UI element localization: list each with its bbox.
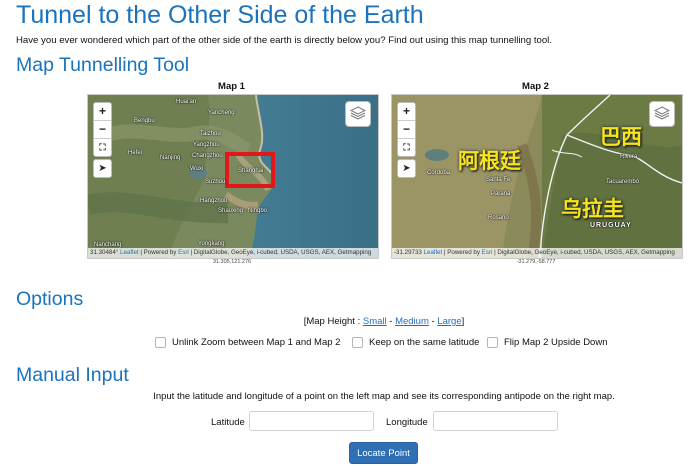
- map2-locate-icon[interactable]: ➤: [397, 159, 416, 178]
- map2-attribution-sources: | DigitalGlobe, GeoEye, i-cubed, USDA, U…: [494, 249, 675, 256]
- page-title: Tunnel to the Other Side of the Earth: [16, 1, 424, 29]
- map1-place: Bengbu: [134, 118, 155, 124]
- map2-satellite: [392, 95, 682, 258]
- map2-leaflet-link[interactable]: Leaflet: [424, 249, 443, 256]
- map1-attribution-powered: | Powered by: [140, 249, 177, 256]
- map1-place: Hangzhou: [200, 198, 228, 204]
- map2-place: Córdoba: [427, 170, 451, 176]
- map1-fullscreen-button[interactable]: ⛶: [94, 139, 111, 156]
- options-heading: Options: [16, 288, 84, 310]
- map-height-large-link[interactable]: Large: [437, 316, 461, 327]
- latitude-input[interactable]: [249, 411, 374, 431]
- latitude-label: Latitude: [211, 417, 245, 428]
- flip-map-checkbox[interactable]: [487, 337, 498, 348]
- map1-attribution-sources: | DigitalGlobe, GeoEye, i-cubed, USDA, U…: [190, 249, 372, 256]
- map1-place-shanghai: Shanghai: [238, 168, 264, 174]
- map2-place: Santa Fe: [486, 177, 511, 183]
- longitude-label: Longitude: [386, 417, 428, 428]
- map1-zoom-out-button[interactable]: −: [94, 121, 111, 139]
- flip-map-label: Flip Map 2 Upside Down: [504, 337, 608, 348]
- map1-place: Hefei: [128, 150, 143, 156]
- map1-center-coord: 31.305,121.276: [212, 259, 252, 265]
- map2-attribution-coord: -31.29733: [394, 249, 422, 256]
- locate-point-button[interactable]: Locate Point: [349, 442, 418, 464]
- unlink-zoom-option[interactable]: Unlink Zoom between Map 1 and Map 2: [155, 337, 340, 348]
- unlink-zoom-checkbox[interactable]: [155, 337, 166, 348]
- map1-title: Map 1: [218, 81, 245, 92]
- map2-place: Rivera: [620, 154, 638, 160]
- map1-attribution: 31.30484° Leaflet | Powered by Esri | Di…: [88, 248, 378, 258]
- map2-country-uruguay-en: URUGUAY: [590, 222, 632, 229]
- map2-title: Map 2: [522, 81, 549, 92]
- map2-layers-icon[interactable]: [649, 101, 675, 127]
- map1-place: Ningbo: [248, 208, 268, 214]
- map1-place: Huai'an: [176, 99, 197, 105]
- map1-place: Yancheng: [208, 110, 235, 116]
- manual-input-heading: Manual Input: [16, 364, 129, 386]
- map2-attribution: -31.29733 Leaflet | Powered by Esri | Di…: [392, 248, 682, 258]
- map1-place: Changzhou: [192, 153, 223, 159]
- map1-locate-icon[interactable]: ➤: [93, 159, 112, 178]
- map1-place: Wuxi: [190, 166, 204, 172]
- map1-place: Yongkang: [198, 241, 225, 247]
- map-height-selector: [Map Height : Small - Medium - Large]: [0, 316, 690, 327]
- map2-center-coord: -31.279,-58.777: [516, 259, 556, 265]
- map-height-separator: -: [389, 316, 393, 327]
- map2-fullscreen-button[interactable]: ⛶: [398, 139, 415, 156]
- manual-input-description: Input the latitude and longitude of a po…: [153, 391, 615, 402]
- map2-attribution-powered: | Powered by: [443, 249, 480, 256]
- intro-text: Have you ever wondered which part of the…: [16, 35, 552, 46]
- map1-place: Nanjing: [160, 155, 181, 161]
- map2-place: Tacuarembó: [606, 179, 640, 185]
- map1-leaflet-link[interactable]: Leaflet: [120, 249, 139, 256]
- map-height-medium-link[interactable]: Medium: [395, 316, 429, 327]
- map1-satellite: [88, 95, 378, 258]
- map1-zoom-control: + − ⛶: [93, 102, 112, 157]
- map1-place: Taizhou: [200, 131, 221, 137]
- map-height-separator: -: [431, 316, 435, 327]
- map-height-small-link[interactable]: Small: [363, 316, 387, 327]
- map2[interactable]: 阿根廷 巴西 乌拉圭 URUGUAY Córdoba Santa Fe Para…: [391, 94, 683, 259]
- tool-heading: Map Tunnelling Tool: [16, 54, 190, 76]
- map1-place: Suzhou: [205, 179, 226, 185]
- map2-country-argentina: 阿根廷: [458, 150, 521, 173]
- map-height-suffix: ]: [461, 316, 465, 327]
- map2-place: Paraná: [491, 191, 511, 197]
- map1-zoom-in-button[interactable]: +: [94, 103, 111, 121]
- flip-map-option[interactable]: Flip Map 2 Upside Down: [487, 337, 608, 348]
- map-height-label: [Map Height :: [303, 316, 361, 327]
- unlink-zoom-label: Unlink Zoom between Map 1 and Map 2: [172, 337, 341, 348]
- map2-country-uruguay: 乌拉圭: [561, 198, 624, 221]
- same-latitude-label: Keep on the same latitude: [369, 337, 480, 348]
- map1[interactable]: Huai'an Yancheng Bengbu Taizhou Yangzhou…: [87, 94, 379, 259]
- map2-esri-link[interactable]: Esri: [482, 249, 493, 256]
- same-latitude-option[interactable]: Keep on the same latitude: [352, 337, 479, 348]
- longitude-input[interactable]: [433, 411, 558, 431]
- map1-esri-link[interactable]: Esri: [178, 249, 189, 256]
- map2-country-brazil: 巴西: [600, 126, 642, 149]
- map2-zoom-in-button[interactable]: +: [398, 103, 415, 121]
- same-latitude-checkbox[interactable]: [352, 337, 363, 348]
- map1-place: Shaoxing: [218, 208, 244, 214]
- map2-place: Rosario: [488, 215, 509, 221]
- map1-place: Yangzhou: [193, 142, 220, 148]
- map2-zoom-control: + − ⛶: [397, 102, 416, 157]
- map1-layers-icon[interactable]: [345, 101, 371, 127]
- map1-attribution-coord: 31.30484°: [90, 249, 119, 256]
- map2-zoom-out-button[interactable]: −: [398, 121, 415, 139]
